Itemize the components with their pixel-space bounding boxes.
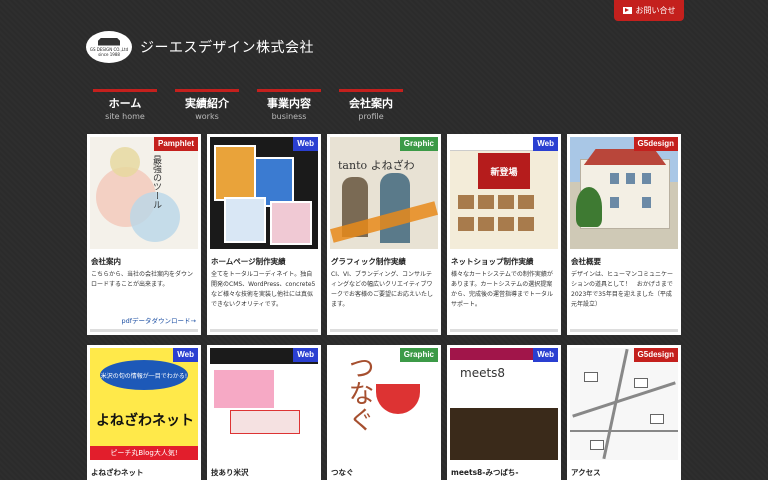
category-badge: Web — [533, 137, 558, 151]
thumbnail-text: つなぐ — [344, 354, 374, 432]
card-tsunagu[interactable]: つなぐ Graphic つなぐ — [327, 345, 441, 480]
category-badge: Web — [533, 348, 558, 362]
card-meets8[interactable]: meets8 Web meets8-みつばち- — [447, 345, 561, 480]
category-badge: G5design — [633, 348, 678, 362]
card-description: こちらから、当社の会社案内をダウンロードすることが出来ます。 — [91, 271, 194, 288]
card-thumbnail: つなぐ Graphic — [330, 348, 438, 460]
card-title: 技あり米沢 — [211, 468, 249, 477]
house-icon — [98, 37, 120, 46]
card-title: 会社概要 — [571, 257, 601, 266]
card-yonezawa-net[interactable]: 米沢の旬の情報が一目でわかる! よねざわネット ピーチ丸Blog大人気! Web… — [87, 345, 201, 480]
card-title: ネットショップ制作実績 — [451, 257, 534, 266]
card-title: グラフィック制作実績 — [331, 257, 406, 266]
card-thumbnail: Web — [210, 348, 318, 460]
card-title: アクセス — [571, 468, 601, 477]
card-divider — [570, 329, 678, 332]
card-thumbnail: G5design — [570, 348, 678, 460]
card-grid: 最強のツール Pamphlet 会社案内 こちらから、当社の会社案内をダウンロー… — [87, 134, 681, 480]
nav-label-en: profile — [358, 112, 384, 121]
card-divider — [330, 329, 438, 332]
category-badge: Web — [173, 348, 198, 362]
contact-button[interactable]: お問い合せ — [614, 0, 684, 21]
nav-label-en: works — [195, 112, 219, 121]
card-thumbnail: 米沢の旬の情報が一目でわかる! よねざわネット ピーチ丸Blog大人気! Web — [90, 348, 198, 460]
site-logo[interactable]: GS DESIGN CO.,Ltd since 1988 ジーエスデザイン株式会… — [86, 31, 314, 63]
nav-item-works[interactable]: 実績紹介 works — [175, 89, 239, 122]
card-thumbnail: tanto よねざわ Graphic — [330, 137, 438, 249]
card-netshop-works[interactable]: 新登場 Web ネットショップ制作実績 様々なカートシステムでの制作実績がありま… — [447, 134, 561, 335]
card-thumbnail: Web — [210, 137, 318, 249]
thumbnail-text: よねざわネット — [96, 413, 194, 429]
nav-item-home[interactable]: ホーム site home — [93, 89, 157, 122]
pdf-download-link[interactable]: pdfデータダウンロード→ — [122, 315, 197, 325]
thumbnail-text: tanto よねざわ — [338, 159, 415, 172]
logo-since-text: since 1988 — [98, 51, 120, 57]
card-description: デザインは、ヒューマンコミュニケーションの道具として！ おかげさまで2023年で… — [571, 271, 674, 308]
card-description: 全てをトータルコーディネイト。独自開発のCMS、WordPress、concre… — [211, 271, 316, 308]
category-badge: Pamphlet — [153, 137, 198, 151]
nav-label-jp: ホーム — [108, 97, 142, 110]
nav-label-jp: 会社案内 — [349, 97, 393, 110]
company-name: ジーエスデザイン株式会社 — [140, 40, 314, 56]
card-thumbnail: meets8 Web — [450, 348, 558, 460]
nav-accent-bar — [175, 89, 239, 92]
thumbnail-text: 新登場 — [478, 153, 530, 189]
card-company-profile[interactable]: G5design 会社概要 デザインは、ヒューマンコミュニケーションの道具として… — [567, 134, 681, 335]
card-access[interactable]: G5design アクセス — [567, 345, 681, 480]
card-divider — [210, 329, 318, 332]
nav-item-profile[interactable]: 会社案内 profile — [339, 89, 403, 122]
card-title: ホームページ制作実績 — [211, 257, 286, 266]
card-description: CI、VI、ブランディング、コンサルティングなどの幅広いクリエイティブワークでお… — [331, 271, 434, 308]
thumbnail-text: ピーチ丸Blog大人気! — [90, 446, 198, 460]
card-divider — [450, 329, 558, 332]
card-title: つなぐ — [331, 468, 354, 477]
thumbnail-text: meets8 — [460, 366, 506, 380]
nav-label-en: site home — [105, 112, 145, 121]
nav-accent-bar — [257, 89, 321, 92]
card-thumbnail: 最強のツール Pamphlet — [90, 137, 198, 249]
card-title: 会社案内 — [91, 257, 121, 266]
nav-accent-bar — [93, 89, 157, 92]
card-graphic-works[interactable]: tanto よねざわ Graphic グラフィック制作実績 CI、VI、ブランデ… — [327, 134, 441, 335]
card-wazaari-yonezawa[interactable]: Web 技あり米沢 — [207, 345, 321, 480]
card-company-brochure[interactable]: 最強のツール Pamphlet 会社案内 こちらから、当社の会社案内をダウンロー… — [87, 134, 201, 335]
card-title: meets8-みつばち- — [451, 468, 519, 477]
nav-label-jp: 事業内容 — [267, 97, 311, 110]
main-nav: ホーム site home 実績紹介 works 事業内容 business 会… — [93, 89, 403, 122]
card-description: 様々なカートシステムでの制作実績があります。カートシステムの選択提案から、完成後… — [451, 271, 554, 308]
category-badge: Web — [293, 348, 318, 362]
arrow-square-icon — [622, 7, 632, 14]
logo-emblem: GS DESIGN CO.,Ltd since 1988 — [86, 31, 132, 63]
category-badge: G5design — [633, 137, 678, 151]
category-badge: Graphic — [399, 348, 438, 362]
thumbnail-text: 最強のツール — [151, 155, 161, 209]
card-title: よねざわネット — [91, 468, 144, 477]
card-divider — [90, 329, 198, 332]
thumbnail-text: 米沢の旬の情報が一目でわかる! — [100, 360, 188, 390]
card-thumbnail: 新登場 Web — [450, 137, 558, 249]
nav-accent-bar — [339, 89, 403, 92]
card-thumbnail: G5design — [570, 137, 678, 249]
nav-label-en: business — [271, 112, 307, 121]
nav-item-business[interactable]: 事業内容 business — [257, 89, 321, 122]
category-badge: Web — [293, 137, 318, 151]
category-badge: Graphic — [399, 137, 438, 151]
contact-label: お問い合せ — [635, 6, 676, 15]
card-website-works[interactable]: Web ホームページ制作実績 全てをトータルコーディネイト。独自開発のCMS、W… — [207, 134, 321, 335]
nav-label-jp: 実績紹介 — [185, 97, 229, 110]
